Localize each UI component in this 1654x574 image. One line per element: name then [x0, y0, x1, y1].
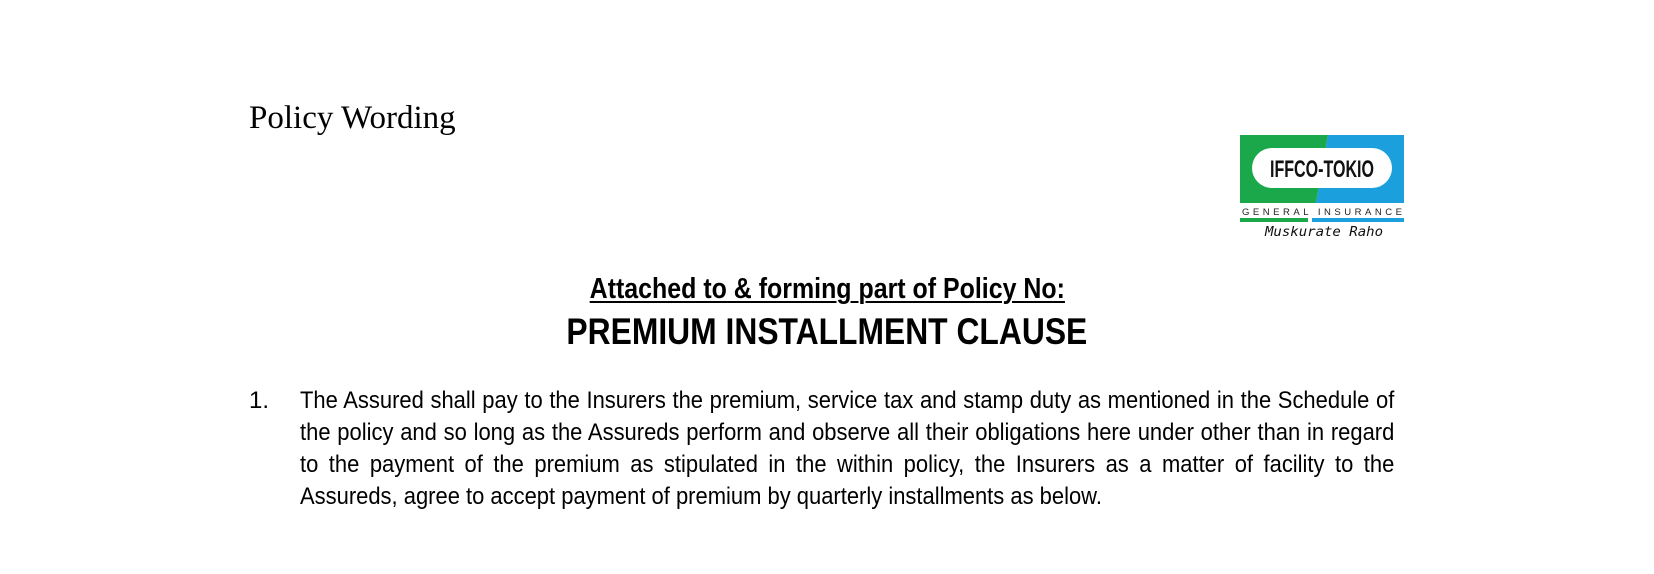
- clause-text: The Assured shall pay to the Insurers th…: [300, 387, 1395, 510]
- clause-item: 1. The Assured shall pay to the Insurers…: [249, 385, 1409, 513]
- logo-slogan-text: Muskurate Raho: [1264, 225, 1383, 240]
- logo-brand-text: IFFCO-TOKIO: [1270, 156, 1374, 183]
- policy-subtitle: Attached to & forming part of Policy No:: [589, 273, 1065, 305]
- company-logo: IFFCO-TOKIO GENERAL INSURANCE Muskurate …: [1240, 135, 1404, 241]
- document-header-label: Policy Wording: [249, 100, 456, 136]
- logo-tagline-text: GENERAL INSURANCE: [1242, 207, 1402, 218]
- clause-title-text: PREMIUM INSTALLMENT CLAUSE: [566, 311, 1088, 352]
- clause-number: 1.: [249, 387, 270, 414]
- clause-title: PREMIUM INSTALLMENT CLAUSE: [0, 310, 1654, 354]
- document-heading: Attached to & forming part of Policy No:…: [0, 272, 1654, 354]
